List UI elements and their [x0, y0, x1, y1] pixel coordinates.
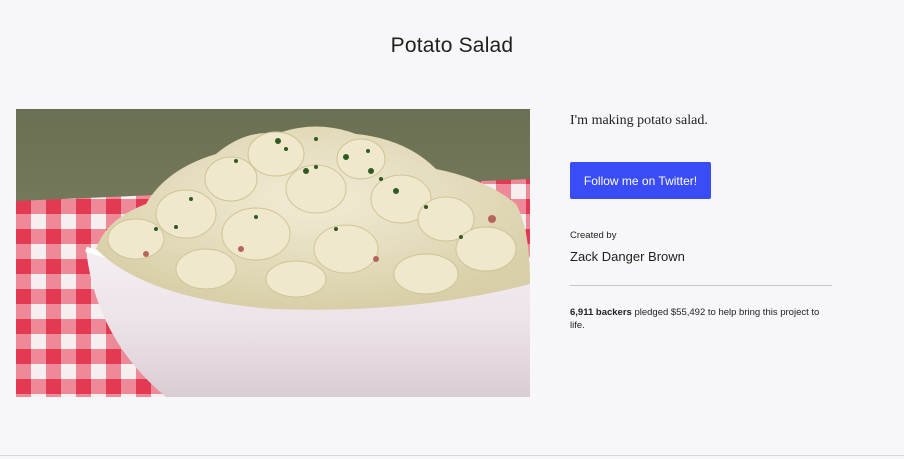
created-by-label: Created by — [570, 230, 617, 241]
page-bottom-border — [0, 455, 904, 456]
project-hero-image[interactable] — [16, 109, 530, 397]
page-title: Potato Salad — [390, 34, 514, 57]
project-blurb: I'm making potato salad. — [570, 113, 708, 128]
divider — [570, 285, 832, 286]
follow-twitter-button[interactable]: Follow me on Twitter! — [570, 162, 711, 199]
creator-name[interactable]: Zack Danger Brown — [570, 249, 685, 264]
backers-count: 6,911 backers — [570, 307, 632, 318]
funding-stats: 6,911 backers pledged $55,492 to help br… — [570, 306, 832, 332]
project-sidebar: I'm making potato salad. Follow me on Tw… — [570, 112, 832, 331]
